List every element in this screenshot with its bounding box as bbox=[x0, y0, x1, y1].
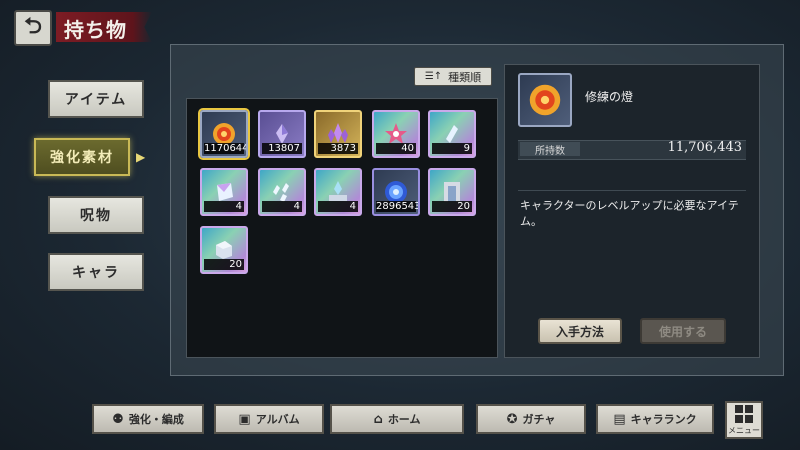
item-cell-prism-crystal[interactable]: 4 bbox=[200, 168, 248, 216]
item-cell-star-crystal[interactable]: 40 bbox=[372, 110, 420, 158]
nav-gacha[interactable]: ✪ ガチャ bbox=[476, 404, 586, 434]
item-qty: 2896543 bbox=[376, 201, 420, 212]
item-qty: 4 bbox=[318, 201, 358, 212]
tab-enhance-materials[interactable]: 強化素材 bbox=[34, 138, 130, 176]
nav-album[interactable]: ▣ アルバム bbox=[214, 404, 324, 434]
rank-icon: ▤ bbox=[613, 411, 626, 427]
fire-orb-icon bbox=[529, 84, 561, 116]
item-qty: 9 bbox=[432, 143, 472, 154]
item-qty: 4 bbox=[262, 201, 302, 212]
item-cell-purple-cluster[interactable]: 3873 bbox=[314, 110, 362, 158]
item-qty: 11706443 bbox=[204, 143, 248, 154]
item-cell-shard[interactable]: 9 bbox=[428, 110, 476, 158]
use-label: 使用する bbox=[658, 324, 707, 339]
nav-label: ガチャ bbox=[522, 413, 556, 426]
album-icon: ▣ bbox=[238, 411, 251, 427]
held-count-label: 所持数 bbox=[520, 142, 580, 157]
item-cell-blue-orb[interactable]: 2896543 bbox=[372, 168, 420, 216]
item-cell-sparkle-shards[interactable]: 4 bbox=[258, 168, 306, 216]
item-cell-crystal-altar[interactable]: 4 bbox=[314, 168, 362, 216]
acquire-label: 入手方法 bbox=[555, 324, 604, 339]
detail-divider bbox=[518, 190, 746, 191]
detail-item-image bbox=[518, 73, 572, 127]
nav-label: ホーム bbox=[387, 413, 421, 426]
home-icon: ⌂ bbox=[373, 411, 383, 427]
item-qty: 20 bbox=[204, 259, 244, 270]
nav-label: キャラランク bbox=[630, 413, 697, 426]
page-title: 持ち物 bbox=[64, 18, 127, 42]
nav-enhance-formation[interactable]: ⚉ 強化・編成 bbox=[92, 404, 204, 434]
tab-items[interactable]: アイテム bbox=[48, 80, 144, 118]
item-description: キャラクターのレベルアップに必要なアイテム。 bbox=[520, 199, 739, 228]
item-qty: 40 bbox=[376, 143, 416, 154]
sort-button[interactable]: ☰↑ 種類順 bbox=[414, 67, 492, 86]
tab-label: 強化素材 bbox=[50, 150, 114, 166]
nav-label: アルバム bbox=[255, 413, 300, 426]
item-cell-purple-crystal[interactable]: 13807 bbox=[258, 110, 306, 158]
nav-label: 強化・編成 bbox=[128, 413, 184, 426]
acquire-method-button[interactable]: 入手方法 bbox=[538, 318, 622, 344]
tab-label: アイテム bbox=[64, 92, 128, 108]
nav-character-rank[interactable]: ▤ キャラランク bbox=[596, 404, 714, 434]
gacha-icon: ✪ bbox=[506, 411, 518, 427]
back-arrow-icon: ⮌ bbox=[24, 14, 42, 39]
menu-button[interactable]: メニュー bbox=[725, 401, 763, 439]
item-name: 修練の燈 bbox=[585, 90, 634, 104]
back-button[interactable]: ⮌ bbox=[14, 10, 52, 46]
menu-label: メニュー bbox=[728, 425, 760, 435]
item-cell-fire-orb[interactable]: 11706443 bbox=[200, 110, 248, 158]
nav-home[interactable]: ⌂ ホーム bbox=[330, 404, 464, 434]
tab-label: 呪物 bbox=[80, 208, 112, 224]
tab-characters[interactable]: キャラ bbox=[48, 253, 144, 291]
item-qty: 13807 bbox=[262, 143, 302, 154]
sort-label: 種類順 bbox=[448, 70, 482, 84]
tab-cursed-items[interactable]: 呪物 bbox=[48, 196, 144, 234]
use-button[interactable]: 使用する bbox=[640, 318, 726, 344]
item-cell-stone-block[interactable]: 20 bbox=[200, 226, 248, 274]
active-tab-arrow-icon: ▶ bbox=[136, 150, 146, 164]
menu-grid-icon bbox=[735, 404, 753, 423]
item-qty: 20 bbox=[432, 201, 472, 212]
sort-icon: ☰↑ bbox=[424, 71, 443, 82]
item-qty: 3873 bbox=[318, 143, 358, 154]
tab-label: キャラ bbox=[72, 265, 120, 281]
item-cell-stone-gate[interactable]: 20 bbox=[428, 168, 476, 216]
item-qty: 4 bbox=[204, 201, 244, 212]
party-icon: ⚉ bbox=[112, 411, 124, 427]
held-count-value: 11,706,443 bbox=[667, 140, 742, 155]
